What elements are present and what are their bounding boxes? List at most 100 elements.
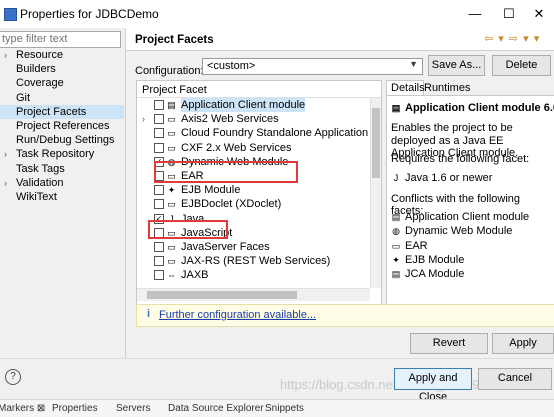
page-icon: ▭ (167, 114, 176, 125)
facet-row[interactable]: ✦ EJB Module (137, 183, 369, 197)
facet-row[interactable]: ⇔ JAXB (137, 268, 369, 282)
scrollbar-thumb[interactable] (372, 108, 380, 178)
facets-table-header: Project Facet (137, 81, 381, 98)
workbench-view-tabs: Markers ⊠ Properties Servers Data Source Ex… (0, 399, 554, 417)
delete-button[interactable]: Delete (492, 55, 551, 76)
facet-checkbox[interactable] (154, 128, 164, 139)
nav-item-label: Task Tags (16, 162, 65, 175)
nav-item[interactable]: Project Facets (0, 104, 124, 119)
snippets-tab[interactable]: Snippets (265, 403, 304, 414)
nav-item[interactable]: Run/Debug Settings (0, 133, 124, 147)
facet-label: Axis2 Web Services (181, 113, 279, 126)
facet-checkbox[interactable] (154, 185, 164, 196)
conflict-label: EJB Module (405, 253, 465, 266)
nav-item-label: Builders (16, 63, 56, 76)
web-module-icon: ◍ (392, 226, 400, 237)
facet-row[interactable]: ▭ CXF 2.x Web Services (137, 141, 369, 155)
conflict-label: Dynamic Web Module (405, 225, 513, 238)
conflict-label: EAR (405, 239, 428, 252)
minimize-button[interactable]: — (460, 4, 490, 24)
facet-label: JAX-RS (REST Web Services) (181, 255, 331, 268)
facet-label: Application Client module (181, 98, 306, 112)
servers-tab[interactable]: Servers (116, 403, 150, 414)
facet-row[interactable]: ▭ Cloud Foundry Standalone Application (137, 126, 369, 140)
nav-item[interactable]: › Task Repository (0, 147, 124, 161)
revert-button[interactable]: Revert (410, 333, 488, 354)
nav-item-label: Validation (16, 176, 64, 189)
nav-item-label: Git (16, 91, 31, 104)
nav-item[interactable]: › Validation (0, 176, 124, 190)
chevron-right-icon[interactable]: › (4, 147, 7, 161)
close-button[interactable]: ✕ (524, 4, 554, 24)
tab-runtimes[interactable]: Runtimes (424, 82, 470, 94)
facet-checkbox[interactable] (154, 241, 164, 252)
facet-label: EJB Module (181, 184, 241, 197)
apply-button[interactable]: Apply (492, 333, 554, 354)
markers-tab[interactable]: Markers ⊠ (0, 403, 45, 414)
page-icon: ▭ (167, 128, 176, 139)
facet-row[interactable]: ▭ JAX-RS (REST Web Services) (137, 254, 369, 268)
properties-tab[interactable]: Properties (52, 403, 98, 414)
nav-item[interactable]: › Resource (0, 48, 124, 62)
nav-item[interactable]: Task Tags (0, 162, 124, 176)
facet-row[interactable]: ▭ EJBDoclet (XDoclet) (137, 197, 369, 211)
requires-label: Requires the following facet: (391, 153, 530, 165)
details-panel: ▤ Application Client module 6.0 Enables t… (386, 95, 554, 305)
nav-item[interactable]: Project References (0, 119, 124, 133)
nav-item-label: Run/Debug Settings (16, 134, 115, 147)
save-as-button[interactable]: Save As... (428, 55, 485, 76)
chevron-right-icon[interactable]: › (4, 48, 7, 62)
java-icon: J (393, 173, 399, 183)
conflict-item: ▤ Application Client module (391, 211, 529, 223)
facet-checkbox[interactable] (154, 114, 164, 125)
jaxb-icon: ⇔ (167, 270, 176, 281)
facets-list: ▤ Application Client module › ▭ Axis2 Web Se… (137, 98, 369, 282)
conflict-label: JCA Module (405, 268, 465, 281)
nav-item[interactable]: Git (0, 91, 124, 105)
chevron-right-icon[interactable]: › (142, 112, 145, 126)
ear-icon: ▭ (391, 240, 401, 251)
further-configuration-link[interactable]: Further configuration available... (159, 309, 316, 321)
configuration-value: <custom> (207, 60, 256, 72)
facet-row[interactable]: ▤ Application Client module (137, 98, 369, 112)
module-icon: ▤ (391, 103, 401, 113)
nav-item-label: Project References (16, 119, 110, 132)
facets-table: Project Facet ▤ Application Client module… (136, 80, 382, 305)
tab-details[interactable]: Details (386, 80, 425, 95)
info-icon: i (146, 308, 151, 320)
highlight-box (148, 220, 228, 239)
chevron-right-icon[interactable]: › (4, 176, 7, 190)
facets-horizontal-scrollbar[interactable] (137, 288, 370, 301)
page-title: Project Facets (135, 34, 214, 46)
data-source-explorer-tab[interactable]: Data Source Explorer (168, 403, 264, 414)
footer-separator (0, 358, 554, 359)
nav-item[interactable]: WikiText (0, 190, 124, 204)
nav-item-label: Task Repository (16, 148, 95, 161)
facets-vertical-scrollbar[interactable] (370, 98, 381, 288)
conflict-item: ▭ EAR (391, 240, 428, 252)
facet-row[interactable]: › ▭ Axis2 Web Services (137, 112, 369, 126)
facet-checkbox[interactable] (154, 142, 164, 153)
conflict-label: Application Client module (405, 211, 530, 223)
facet-row[interactable]: ▭ JavaServer Faces (137, 240, 369, 254)
apply-and-close-button[interactable]: Apply and Close (394, 368, 472, 403)
nav-item[interactable]: Coverage (0, 76, 124, 90)
cancel-button[interactable]: Cancel (478, 368, 552, 390)
filter-input[interactable] (0, 32, 120, 46)
page-icon: ▭ (167, 142, 176, 153)
maximize-button[interactable]: ☐ (494, 4, 524, 24)
help-icon[interactable]: ? (5, 369, 21, 385)
facet-checkbox[interactable] (154, 100, 164, 110)
property-page-tree: › Resource Builders Coverage Git Project Face… (0, 48, 124, 204)
nav-item[interactable]: Builders (0, 62, 124, 76)
configuration-select[interactable]: <custom> ▼ (202, 58, 423, 75)
info-banner: i Further configuration available... (136, 304, 554, 327)
facet-label: JAXB (181, 269, 209, 282)
scrollbar-thumb[interactable] (147, 291, 297, 299)
filter-field[interactable] (0, 31, 121, 48)
facet-column-header[interactable]: Project Facet (142, 84, 207, 96)
history-nav-arrows[interactable]: ⇦ ▾ ⇨ ▾ ▾ (484, 32, 540, 45)
facet-checkbox[interactable] (154, 199, 164, 210)
facet-checkbox[interactable] (154, 270, 164, 281)
facet-checkbox[interactable] (154, 256, 164, 267)
